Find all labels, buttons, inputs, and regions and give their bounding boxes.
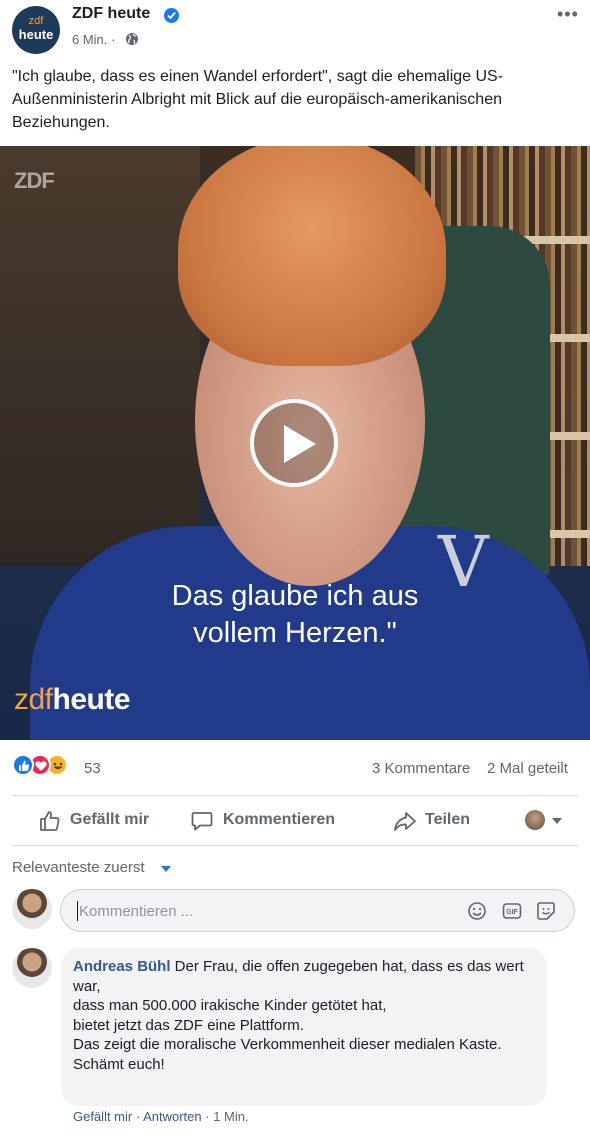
comment-composer[interactable]: GIF — [60, 889, 575, 932]
play-icon — [284, 425, 316, 463]
share-button-label: Teilen — [425, 811, 471, 828]
share-button[interactable]: Teilen — [393, 798, 493, 842]
avatar-text-heute: heute — [18, 27, 54, 42]
engagement-stats: 53 3 Kommentare 2 Mal geteilt — [0, 748, 590, 788]
comment-text-block: Andreas Bühl Der Frau, die offen zugegeb… — [73, 957, 535, 1074]
sort-caret-icon[interactable] — [161, 866, 171, 872]
page-avatar[interactable]: zdf heute — [12, 6, 60, 54]
subtitle-line-1: Das glaube ich aus — [171, 580, 419, 612]
divider — [12, 845, 578, 846]
comment-bubble: Andreas Bühl Der Frau, die offen zugegeb… — [61, 948, 547, 1106]
comment-icon — [191, 812, 213, 831]
avatar-text-zdf: zdf — [28, 15, 44, 27]
comment-button-label: Kommentieren — [223, 811, 336, 828]
like-button[interactable]: Gefällt mir — [38, 798, 168, 842]
comment-body: Der Frau, die offen zugegeben hat, dass … — [73, 958, 524, 1073]
video-player[interactable]: V ZDF Das glaube ich aus vollem Herzen."… — [0, 146, 590, 740]
comment-meta: Gefällt mir · Antworten · 1 Min. — [73, 1109, 249, 1124]
subtitle-line-2: vollem Herzen." — [193, 617, 397, 649]
shares-count[interactable]: 2 Mal geteilt — [487, 760, 568, 777]
separator: · — [135, 1109, 144, 1124]
thumbs-up-icon — [40, 811, 60, 831]
mini-avatar — [525, 810, 545, 830]
commenter-avatar[interactable] — [12, 948, 52, 988]
play-button[interactable] — [250, 399, 338, 487]
post-header: zdf heute ZDF heute 6 Min. · ••• — [0, 0, 590, 62]
comment-button[interactable]: Kommentieren — [190, 798, 350, 842]
svg-text:GIF: GIF — [506, 909, 518, 916]
like-button-label: Gefällt mir — [70, 811, 150, 828]
gif-icon[interactable]: GIF — [502, 901, 522, 921]
post-actions: Gefällt mir Kommentieren Teilen — [0, 798, 590, 842]
zdf-watermark: ZDF — [14, 168, 55, 193]
post-text: "Ich glaube, dass es einen Wandel erford… — [12, 68, 504, 131]
logo-zdf-text: zdf — [14, 683, 53, 716]
comment-like-link[interactable]: Gefällt mir — [73, 1109, 132, 1124]
share-arrow-icon — [394, 812, 416, 831]
emoji-icon[interactable] — [467, 901, 487, 921]
zdfheute-logo: zdfheute — [14, 683, 131, 717]
comment-reply-link[interactable]: Antworten — [143, 1109, 202, 1124]
current-user-avatar[interactable] — [12, 889, 52, 929]
video-subtitle: Das glaube ich aus vollem Herzen." — [0, 578, 590, 652]
comments-count[interactable]: 3 Kommentare — [372, 760, 470, 777]
verified-badge-icon — [164, 8, 179, 23]
like-reaction-icon — [12, 754, 34, 776]
comment-sort-dropdown[interactable]: Relevanteste zuerst — [12, 859, 145, 876]
reaction-icons[interactable] — [12, 754, 82, 778]
logo-heute-text: heute — [52, 683, 131, 716]
video-background-wall — [0, 146, 200, 566]
more-options-icon[interactable]: ••• — [557, 4, 579, 25]
comment-author[interactable]: Andreas Bühl — [73, 958, 171, 975]
chevron-down-icon — [552, 818, 562, 824]
video-person-hair — [178, 146, 446, 366]
post-timestamp[interactable]: 6 Min. · — [72, 32, 115, 47]
sticker-icon[interactable] — [536, 901, 556, 921]
comment-input[interactable] — [77, 901, 447, 921]
audience-selector[interactable] — [525, 810, 565, 832]
divider — [12, 795, 578, 796]
reaction-count[interactable]: 53 — [84, 760, 101, 777]
page-name[interactable]: ZDF heute — [72, 5, 150, 23]
comment-time[interactable]: 1 Min. — [213, 1109, 248, 1124]
globe-icon — [126, 33, 138, 45]
